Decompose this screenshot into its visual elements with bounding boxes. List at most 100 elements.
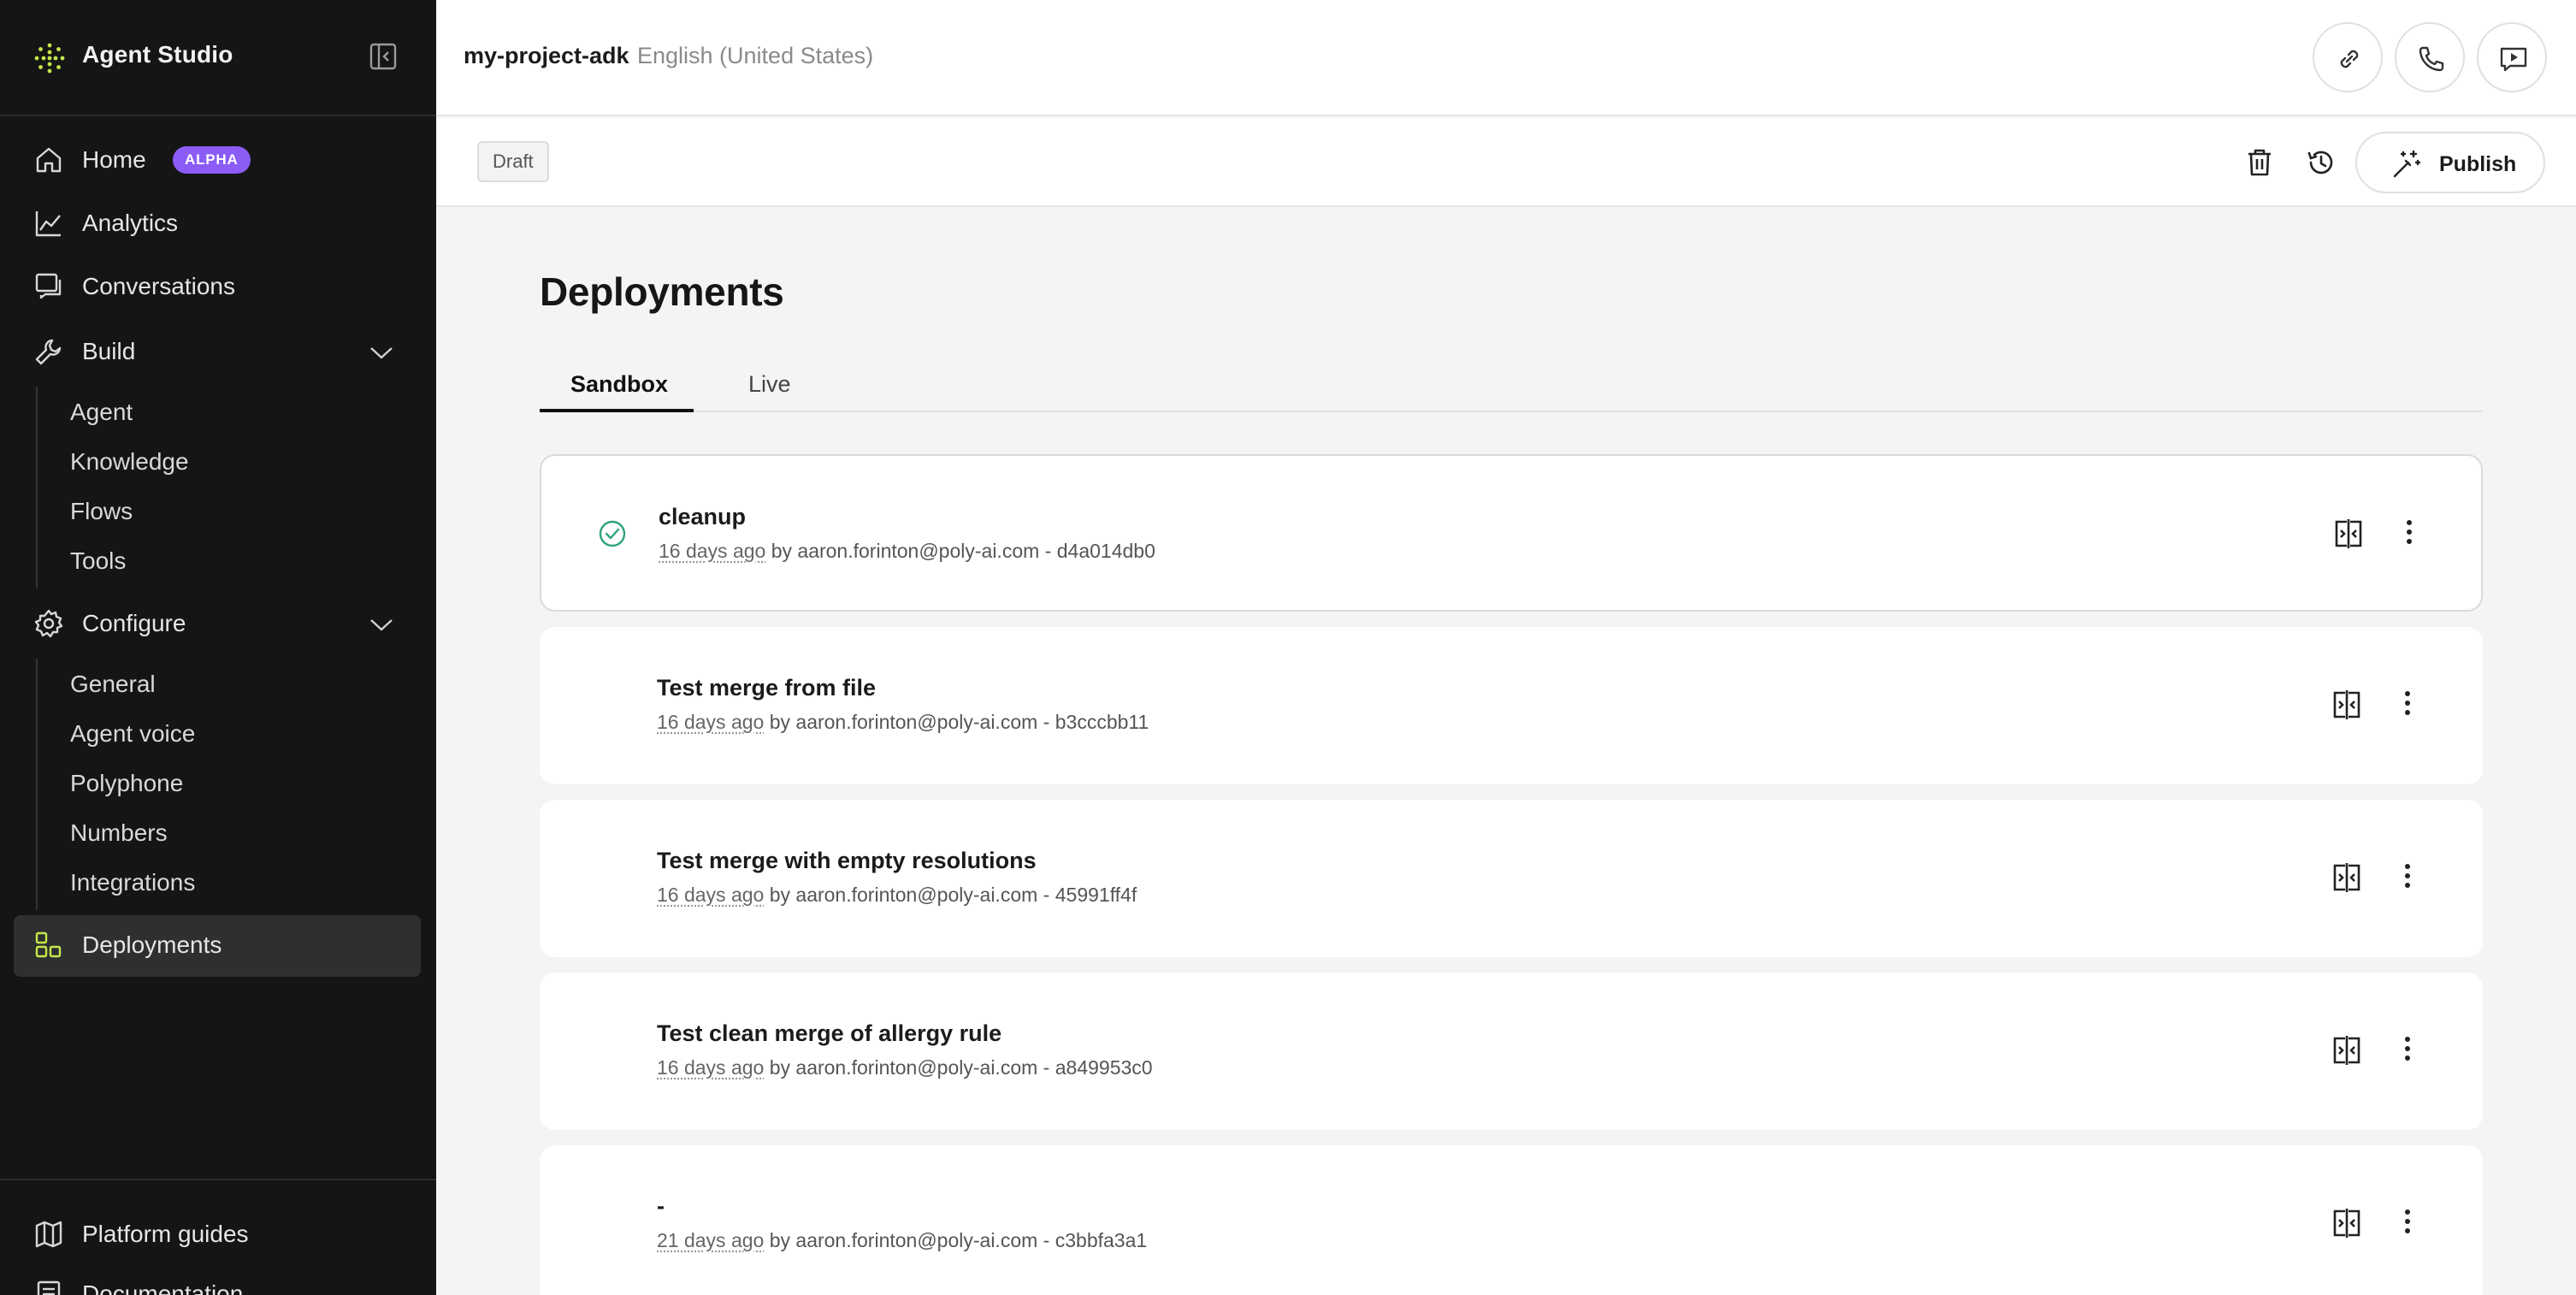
sidebar-item-agent-voice[interactable]: Agent voice: [70, 720, 195, 754]
wrench-icon: [35, 339, 62, 365]
draft-status-chip: Draft: [477, 141, 549, 182]
document-icon: [37, 1280, 61, 1295]
deployment-hash: d4a014db0: [1056, 540, 1155, 562]
alpha-badge: ALPHA: [173, 146, 251, 174]
more-options-icon[interactable]: [2391, 1032, 2424, 1065]
active-tab-indicator: [540, 409, 694, 412]
deployment-meta: 16 days ago by aaron.forinton@poly-ai.co…: [657, 711, 1149, 734]
sidebar-item-tools[interactable]: Tools: [70, 547, 126, 582]
tab-sandbox[interactable]: Sandbox: [570, 371, 668, 412]
sidebar-item-integrations[interactable]: Integrations: [70, 869, 195, 903]
app-root: Agent Studio Home ALPHA Analytics Conver…: [0, 0, 2576, 1295]
home-icon: [36, 147, 62, 173]
nav-label-home: Home: [82, 146, 146, 173]
publish-button[interactable]: Publish: [2355, 132, 2545, 193]
deployment-card[interactable]: - 21 days ago by aaron.forinton@poly-ai.…: [540, 1145, 2483, 1295]
more-options-icon[interactable]: [2391, 1205, 2424, 1238]
sidebar-item-polyphone[interactable]: Polyphone: [70, 770, 183, 804]
configure-subnav-line: [36, 659, 38, 910]
deployment-author: by aaron.forinton@poly-ai.com: [769, 711, 1038, 733]
magic-wand-icon: [2393, 150, 2421, 178]
draft-toolbar: Draft Publish: [436, 118, 2576, 207]
nav-label-platform-guides: Platform guides: [82, 1221, 249, 1247]
deployment-card[interactable]: Test clean merge of allergy rule 16 days…: [540, 973, 2483, 1130]
phone-icon: [2419, 46, 2444, 72]
deployment-hash: b3cccbb11: [1055, 711, 1149, 733]
app-name: Agent Studio: [82, 41, 233, 68]
deployment-meta: 16 days ago by aaron.forinton@poly-ai.co…: [657, 1056, 1153, 1079]
nav-item-documentation[interactable]: Documentation: [14, 1264, 421, 1295]
nav-item-platform-guides[interactable]: Platform guides: [14, 1204, 421, 1264]
agent-studio-logo-icon: [34, 43, 65, 74]
deployment-meta: 16 days ago by aaron.forinton@poly-ai.co…: [659, 540, 1155, 563]
nav-item-conversations[interactable]: Conversations: [14, 257, 421, 316]
nav-label-analytics: Analytics: [82, 210, 179, 236]
deployment-meta: 21 days ago by aaron.forinton@poly-ai.co…: [657, 1229, 1147, 1252]
meta-separator: -: [1043, 1056, 1050, 1079]
chevron-down-icon[interactable]: [368, 339, 395, 366]
sidebar-item-general[interactable]: General: [70, 671, 156, 705]
more-options-icon[interactable]: [2391, 860, 2424, 892]
chat-preview-button[interactable]: [2477, 22, 2547, 92]
nav-label-documentation: Documentation: [82, 1280, 244, 1295]
deployment-title: -: [657, 1193, 665, 1219]
more-options-icon[interactable]: [2393, 516, 2425, 548]
sidebar-item-knowledge[interactable]: Knowledge: [70, 448, 189, 482]
nav-label-conversations: Conversations: [82, 273, 235, 299]
compare-icon[interactable]: [2331, 1034, 2363, 1067]
trash-icon[interactable]: [2242, 145, 2277, 180]
compare-icon[interactable]: [2331, 689, 2363, 721]
nav-label-deployments: Deployments: [82, 931, 222, 958]
meta-separator: -: [1044, 540, 1052, 562]
deployment-hash: 45991ff4f: [1055, 884, 1137, 906]
nav-item-build[interactable]: Build: [14, 322, 421, 381]
meta-separator: -: [1043, 884, 1050, 906]
deployment-time: 16 days ago: [659, 540, 766, 562]
nav-item-deployments[interactable]: Deployments: [14, 915, 421, 977]
chevron-down-icon[interactable]: [368, 611, 395, 638]
nav-label-build: Build: [82, 338, 136, 364]
nav-label-configure: Configure: [82, 610, 186, 636]
sidebar-item-numbers[interactable]: Numbers: [70, 819, 168, 854]
project-name[interactable]: my-project-adk: [464, 43, 629, 69]
deployment-title: cleanup: [659, 504, 747, 529]
compare-icon[interactable]: [2331, 861, 2363, 894]
deployment-card[interactable]: cleanup 16 days ago by aaron.forinton@po…: [540, 454, 2483, 612]
collapse-sidebar-icon[interactable]: [368, 41, 399, 72]
deployment-hash: a849953c0: [1055, 1056, 1153, 1079]
call-button[interactable]: [2395, 22, 2465, 92]
analytics-icon: [35, 211, 61, 237]
environment-tabs: Sandbox Live: [540, 366, 2483, 412]
deployment-time: 16 days ago: [657, 711, 765, 733]
tab-live[interactable]: Live: [748, 371, 791, 412]
deployment-time: 16 days ago: [657, 884, 765, 906]
map-icon: [35, 1221, 62, 1248]
deployment-card[interactable]: Test merge with empty resolutions 16 day…: [540, 800, 2483, 957]
meta-separator: -: [1043, 1229, 1050, 1251]
more-options-icon[interactable]: [2391, 687, 2424, 719]
compare-icon[interactable]: [2331, 1207, 2363, 1239]
compare-icon[interactable]: [2332, 517, 2365, 550]
project-language[interactable]: English (United States): [637, 43, 873, 69]
nav-item-configure[interactable]: Configure: [14, 594, 421, 653]
deployment-author: by aaron.forinton@poly-ai.com: [769, 1056, 1038, 1079]
link-icon: [2340, 50, 2359, 68]
deployment-title: Test merge from file: [657, 675, 877, 701]
meta-separator: -: [1043, 711, 1050, 733]
active-check-icon: [599, 520, 626, 547]
nav-item-analytics[interactable]: Analytics: [14, 193, 421, 253]
conversations-icon: [35, 273, 62, 299]
copy-link-button[interactable]: [2313, 22, 2383, 92]
deployment-card[interactable]: Test merge from file 16 days ago by aaro…: [540, 627, 2483, 784]
history-icon[interactable]: [2304, 145, 2338, 180]
deployment-hash: c3bbfa3a1: [1055, 1229, 1148, 1251]
publish-label: Publish: [2439, 152, 2517, 176]
deployment-time: 16 days ago: [657, 1056, 765, 1079]
deployment-time: 21 days ago: [657, 1229, 765, 1251]
sidebar-header: Agent Studio: [0, 0, 436, 116]
nav-item-home[interactable]: Home ALPHA: [14, 130, 421, 190]
sidebar-item-flows[interactable]: Flows: [70, 498, 133, 532]
deployments-icon: [35, 931, 62, 958]
deployment-author: by aaron.forinton@poly-ai.com: [769, 884, 1038, 906]
sidebar-item-agent[interactable]: Agent: [70, 399, 133, 433]
